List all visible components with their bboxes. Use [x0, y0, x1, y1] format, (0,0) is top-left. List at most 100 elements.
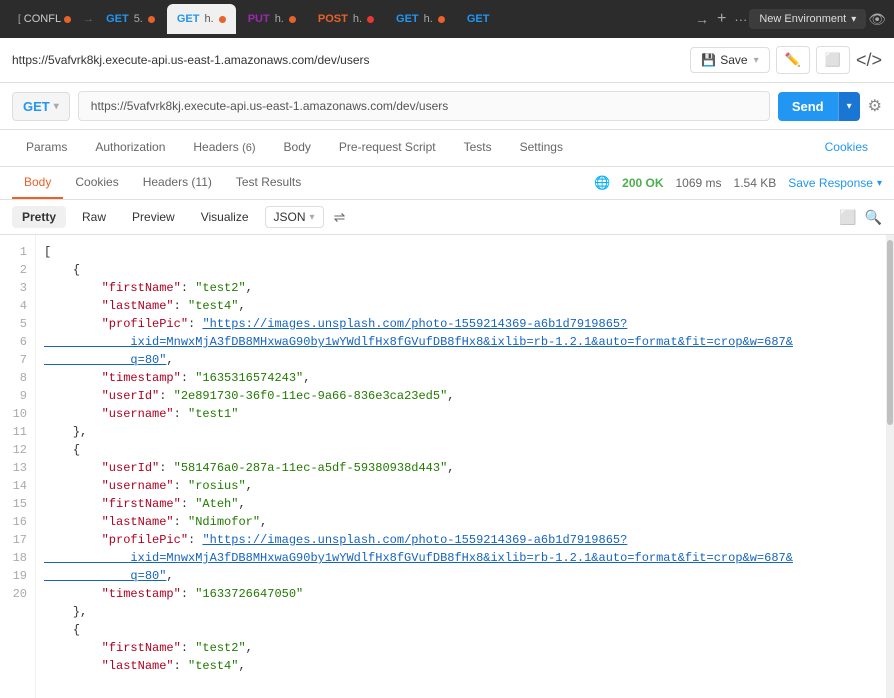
- method-chevron-icon: ▾: [54, 101, 59, 112]
- line-num-1: 1: [0, 243, 35, 261]
- send-button[interactable]: Send: [778, 92, 838, 121]
- eye-icon-button[interactable]: 👁: [868, 11, 886, 28]
- tab-get-alone[interactable]: GET: [457, 4, 500, 34]
- more-tabs-button[interactable]: ···: [734, 12, 747, 27]
- tab-get-h-active[interactable]: GET h.: [167, 4, 236, 34]
- tab-get-h2-label: h.: [424, 13, 433, 25]
- code-line-6: "timestamp": "1635316574243",: [44, 369, 894, 387]
- status-ok: 200 OK: [622, 176, 663, 190]
- format-visualize[interactable]: Visualize: [191, 206, 259, 228]
- method-label: GET: [23, 99, 50, 114]
- json-format-select[interactable]: JSON ▾: [265, 206, 324, 228]
- tab-post-h[interactable]: POST h.: [308, 4, 384, 34]
- new-environment-button[interactable]: New Environment ▾: [749, 9, 866, 29]
- tab-pre-request[interactable]: Pre-request Script: [325, 130, 450, 166]
- code-line-10: {: [44, 441, 894, 459]
- line-num-8: 8: [0, 369, 35, 387]
- code-line-2: {: [44, 261, 894, 279]
- tab-put-dot: [289, 16, 296, 23]
- method-select[interactable]: GET ▾: [12, 92, 70, 121]
- tab-authorization[interactable]: Authorization: [81, 130, 179, 166]
- line-numbers: 1 2 3 4 5 6 7 8 9 10 11 12 13 14 15 16 1: [0, 235, 36, 698]
- code-line-14: "lastName": "Ndimofor",: [44, 513, 894, 531]
- response-headers-count: (11): [191, 175, 211, 189]
- toolbar-right: ⬜ 🔍: [839, 209, 882, 226]
- send-dropdown-button[interactable]: ▾: [838, 92, 860, 121]
- tab-headers-response[interactable]: Headers (11): [131, 167, 224, 199]
- tab-arrow-right[interactable]: →: [695, 11, 709, 27]
- request-url-input[interactable]: [78, 91, 770, 121]
- copy-code-icon[interactable]: ⬜: [839, 209, 856, 226]
- tab-body[interactable]: Body: [270, 130, 325, 166]
- code-line-11: "userId": "581476a0-287a-11ec-a5df-59380…: [44, 459, 894, 477]
- filter-icon[interactable]: ⇌: [334, 209, 346, 226]
- line-num-12: 12: [0, 441, 35, 459]
- code-line-7: "userId": "2e891730-36f0-11ec-9a66-836e3…: [44, 387, 894, 405]
- globe-icon: 🌐: [594, 175, 610, 191]
- settings-icon[interactable]: ⚙: [868, 96, 882, 116]
- save-chevron-icon: ▾: [754, 55, 759, 66]
- tab-test-results[interactable]: Test Results: [224, 167, 313, 199]
- format-raw[interactable]: Raw: [72, 206, 116, 228]
- line-num-19: 19: [0, 567, 35, 585]
- tab-confl-label: CONFL: [24, 13, 61, 25]
- code-line-12: "username": "rosius",: [44, 477, 894, 495]
- search-code-icon[interactable]: 🔍: [865, 209, 882, 226]
- tab-body-response[interactable]: Body: [12, 167, 63, 199]
- line-num-10: 10: [0, 405, 35, 423]
- tab-get5-dot: [148, 16, 155, 23]
- scrollbar[interactable]: [886, 235, 894, 698]
- code-line-18: {: [44, 621, 894, 639]
- code-line-1: [: [44, 243, 894, 261]
- format-preview[interactable]: Preview: [122, 206, 185, 228]
- line-num-7: 7: [0, 351, 35, 369]
- new-env-label: New Environment: [759, 13, 846, 25]
- add-tab-button[interactable]: +: [717, 10, 726, 28]
- tab-confl[interactable]: [ CONFL: [8, 4, 81, 34]
- line-num-5: 5: [0, 315, 35, 333]
- tab-active-method: GET: [177, 13, 200, 25]
- format-pretty[interactable]: Pretty: [12, 206, 66, 228]
- tab-get-h2-dot: [438, 16, 445, 23]
- send-btn-group: Send ▾: [778, 92, 860, 121]
- line-num-9: 9: [0, 387, 35, 405]
- main-content: https://5vafvrk8kj.execute-api.us-east-1…: [0, 38, 894, 698]
- code-content: [ { "firstName": "test2", "lastName": "t…: [36, 235, 894, 698]
- tab-put-h[interactable]: PUT h.: [238, 4, 306, 34]
- cookies-link[interactable]: Cookies: [811, 130, 882, 166]
- copy-icon-button[interactable]: ⬜: [816, 46, 850, 74]
- tab-cookies-response[interactable]: Cookies: [63, 167, 130, 199]
- edit-button[interactable]: ✏️: [776, 46, 810, 74]
- line-num-4: 4: [0, 297, 35, 315]
- tab-get5[interactable]: GET 5.: [96, 4, 165, 34]
- tab-params[interactable]: Params: [12, 130, 81, 166]
- tab-arrow-1: →: [83, 13, 94, 25]
- response-size: 1.54 KB: [734, 176, 777, 190]
- tab-settings[interactable]: Settings: [506, 130, 577, 166]
- line-num-15: 15: [0, 495, 35, 513]
- line-num-20: 20: [0, 585, 35, 603]
- line-num-13: 13: [0, 459, 35, 477]
- save-button[interactable]: 💾 Save ▾: [690, 47, 769, 73]
- tab-headers[interactable]: Headers (6): [179, 130, 269, 166]
- code-toolbar: Pretty Raw Preview Visualize JSON ▾ ⇌ ⬜ …: [0, 200, 894, 235]
- tab-get-h2[interactable]: GET h.: [386, 4, 455, 34]
- code-button[interactable]: </>: [856, 50, 882, 71]
- request-bar: GET ▾ Send ▾ ⚙: [0, 83, 894, 130]
- response-status-bar: 🌐 200 OK 1069 ms 1.54 KB Save Response ▾: [594, 175, 882, 191]
- tab-get5-method: GET: [106, 13, 129, 25]
- tab-actions: → + ···: [695, 10, 747, 28]
- line-num-2: 2: [0, 261, 35, 279]
- json-chevron-icon: ▾: [310, 212, 315, 223]
- tab-confl-dot: [64, 16, 71, 23]
- save-response-chevron-icon: ▾: [877, 178, 882, 189]
- code-line-19: "firstName": "test2",: [44, 639, 894, 657]
- response-section: Body Cookies Headers (11) Test Results 🌐…: [0, 167, 894, 698]
- code-line-4: "lastName": "test4",: [44, 297, 894, 315]
- tab-tests[interactable]: Tests: [450, 130, 506, 166]
- code-line-13: "firstName": "Ateh",: [44, 495, 894, 513]
- line-num-11: 11: [0, 423, 35, 441]
- save-response-button[interactable]: Save Response ▾: [788, 176, 882, 190]
- tab-get5-label: 5.: [134, 13, 143, 25]
- code-line-8: "username": "test1": [44, 405, 894, 423]
